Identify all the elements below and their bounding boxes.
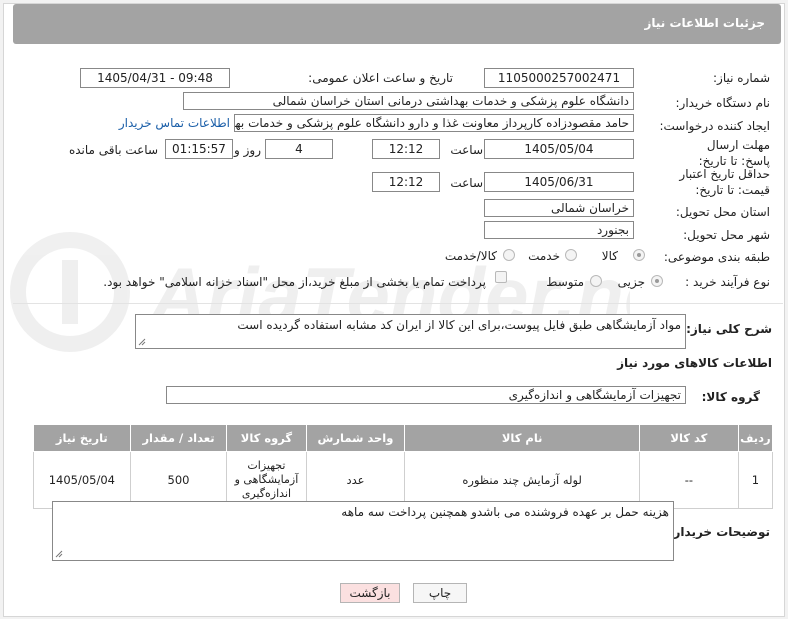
cell-item-code: -- bbox=[638, 451, 739, 509]
deadline-time-label: ساعت bbox=[450, 143, 483, 157]
cell-row-number: 1 bbox=[737, 451, 774, 509]
page-title: جزئیات اطلاعات نیاز bbox=[644, 16, 765, 30]
print-button[interactable]: چاپ bbox=[413, 583, 467, 603]
deadline-time-field[interactable]: 12:12 bbox=[372, 139, 440, 159]
goods-table: ردیف کد کالا نام کالا واحد شمارش گروه کا… bbox=[33, 424, 774, 509]
category-goods-radio[interactable] bbox=[633, 249, 645, 261]
category-goods-service-radio[interactable] bbox=[503, 249, 515, 261]
section-divider bbox=[13, 303, 783, 304]
buyer-notes-label: توضیحات خریدار: bbox=[668, 525, 770, 539]
announce-date-label: تاریخ و ساعت اعلان عمومی: bbox=[308, 71, 453, 85]
resize-grip-icon[interactable] bbox=[55, 550, 63, 558]
validity-date-field[interactable]: 1405/06/31 bbox=[484, 172, 634, 192]
days-label: روز و bbox=[234, 143, 261, 157]
back-button[interactable]: بازگشت bbox=[340, 583, 400, 603]
cell-item-name: لوله آزمایش چند منظوره bbox=[404, 451, 640, 509]
page-header: جزئیات اطلاعات نیاز bbox=[13, 4, 781, 44]
description-textarea[interactable]: مواد آزمایشگاهی طبق فایل پیوست،برای این … bbox=[135, 314, 686, 349]
buyer-contact-link[interactable]: اطلاعات تماس خریدار bbox=[119, 116, 230, 130]
description-text: مواد آزمایشگاهی طبق فایل پیوست،برای این … bbox=[237, 318, 681, 332]
need-number-field[interactable]: 1105000257002471 bbox=[484, 68, 634, 88]
treasury-payment-checkbox[interactable] bbox=[495, 271, 507, 283]
category-label: طبقه بندی موضوعی: bbox=[663, 250, 770, 264]
category-goods-label: کالا bbox=[601, 249, 618, 263]
cell-need-date: 1405/05/04 bbox=[33, 451, 131, 509]
col-quantity: تعداد / مقدار bbox=[129, 424, 228, 452]
validity-label: حداقل تاریخ اعتبار قیمت: تا تاریخ: bbox=[679, 167, 770, 197]
deadline-label: مهلت ارسال پاسخ: تا تاریخ: bbox=[698, 138, 770, 168]
buyer-org-field[interactable]: دانشگاه علوم پزشکی و خدمات بهداشتی درمان… bbox=[183, 92, 634, 110]
city-field[interactable]: بجنورد bbox=[484, 221, 634, 239]
cell-unit: عدد bbox=[305, 451, 406, 509]
category-service-label: خدمت bbox=[528, 249, 560, 263]
category-service-radio[interactable] bbox=[565, 249, 577, 261]
resize-grip-icon[interactable] bbox=[138, 338, 146, 346]
city-label: شهر محل تحویل: bbox=[683, 228, 770, 242]
col-unit: واحد شمارش bbox=[305, 424, 406, 452]
table-row[interactable]: 1 -- لوله آزمایش چند منظوره عدد تجهیزات … bbox=[33, 451, 774, 509]
category-goods-service-label: کالا/خدمت bbox=[444, 249, 497, 263]
province-field[interactable]: خراسان شمالی bbox=[484, 199, 634, 217]
cell-quantity: 500 bbox=[129, 451, 228, 509]
goods-table-header: ردیف کد کالا نام کالا واحد شمارش گروه کا… bbox=[33, 424, 774, 452]
goods-section-title: اطلاعات کالاهای مورد نیاز bbox=[617, 356, 772, 370]
goods-group-field[interactable]: تجهیزات آزمایشگاهی و اندازه‌گیری bbox=[166, 386, 686, 404]
days-remaining-field[interactable]: 4 bbox=[265, 139, 333, 159]
process-medium-label: متوسط bbox=[546, 275, 584, 289]
province-label: استان محل تحویل: bbox=[675, 205, 770, 219]
time-remaining-field[interactable]: 01:15:57 bbox=[165, 139, 233, 159]
buyer-notes-textarea[interactable]: هزینه حمل بر عهده فروشنده می باشدو همچنی… bbox=[52, 501, 674, 561]
need-number-label: شماره نیاز: bbox=[713, 71, 770, 85]
process-medium-radio[interactable] bbox=[590, 275, 602, 287]
process-type-label: نوع فرآیند خرید : bbox=[685, 275, 770, 289]
validity-time-field[interactable]: 12:12 bbox=[372, 172, 440, 192]
deadline-date-field[interactable]: 1405/05/04 bbox=[484, 139, 634, 159]
validity-time-label: ساعت bbox=[450, 176, 483, 190]
process-minor-label: جزیی bbox=[617, 275, 645, 289]
description-label: شرح کلی نیاز: bbox=[686, 322, 772, 336]
requester-label: ایجاد کننده درخواست: bbox=[659, 119, 770, 133]
cell-item-group: تجهیزات آزمایشگاهی و اندازه‌گیری bbox=[226, 451, 307, 509]
col-item-group: گروه کالا bbox=[226, 424, 307, 452]
treasury-payment-note: پرداخت تمام یا بخشی از مبلغ خرید،از محل … bbox=[103, 275, 486, 289]
buyer-notes-text: هزینه حمل بر عهده فروشنده می باشدو همچنی… bbox=[341, 505, 669, 519]
col-item-code: کد کالا bbox=[638, 424, 739, 452]
col-item-name: نام کالا bbox=[404, 424, 640, 452]
goods-group-label: گروه کالا: bbox=[701, 390, 760, 404]
buyer-org-label: نام دستگاه خریدار: bbox=[675, 96, 771, 110]
col-need-date: تاریخ نیاز bbox=[33, 424, 131, 452]
col-row-number: ردیف bbox=[737, 424, 774, 452]
time-remaining-label: ساعت باقی مانده bbox=[68, 143, 158, 157]
process-minor-radio[interactable] bbox=[651, 275, 663, 287]
requester-field[interactable]: حامد مقصودزاده کارپرداز معاونت غذا و دار… bbox=[234, 114, 634, 132]
announce-date-field[interactable]: 1405/04/31 - 09:48 bbox=[80, 68, 230, 88]
